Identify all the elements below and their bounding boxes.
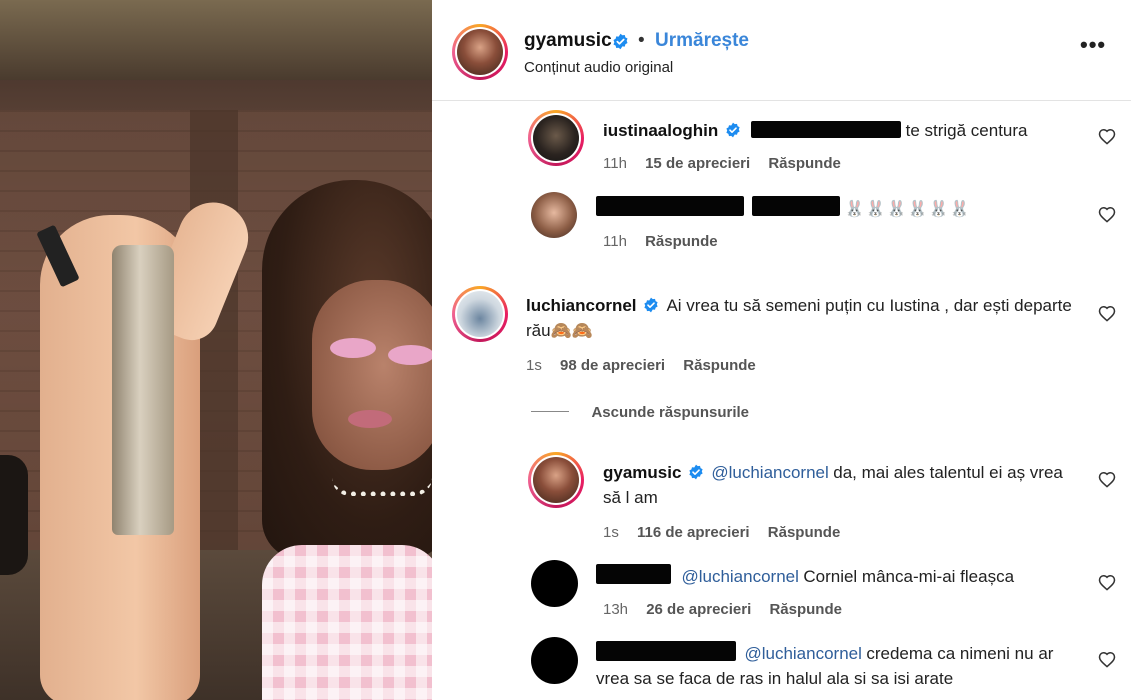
comment-time: 11h [603,155,627,172]
replies-divider-line [531,411,569,412]
commenter-avatar[interactable] [528,452,584,508]
comment-username[interactable]: gyamusic [603,463,681,482]
photo-lips [348,410,392,428]
like-heart-icon[interactable] [1098,128,1116,145]
like-heart-icon[interactable] [1098,471,1116,488]
comment-emoji-text: 🐰🐰🐰🐰🐰🐰 [844,201,971,218]
comment-mention-link[interactable]: @luchiancornel [711,463,828,482]
comment-time: 11h [603,233,627,250]
post-author-avatar[interactable] [452,24,508,80]
like-heart-icon[interactable] [1098,651,1116,668]
photo-ceiling [0,0,432,80]
comment-meta: 13h 26 de aprecieri Răspunde [603,601,842,618]
photo-face [312,280,432,470]
comment-likes[interactable]: 98 de aprecieri [560,357,665,374]
comment-mention-link[interactable]: @luchiancornel [744,644,861,663]
comment-body: @luchiancornel Corniel mânca-mi-ai fleaș… [596,564,1014,589]
comment-mention-link[interactable]: @luchiancornel [681,567,798,586]
comment-likes[interactable]: 15 de aprecieri [645,155,750,172]
reply-button[interactable]: Răspunde [769,601,842,618]
redacted-mention [751,121,902,138]
comment-text: te strigă centura [905,121,1028,140]
post-author-username[interactable]: gyamusic [524,30,612,52]
commenter-avatar-redacted[interactable] [531,560,578,607]
more-options-button[interactable]: ••• [1080,34,1106,56]
comment-meta: 1s 98 de aprecieri Răspunde [526,357,756,374]
photo-eye-right [388,345,432,365]
separator-dot: • [638,30,645,51]
comment-time: 1s [526,357,542,374]
comment-item [528,110,584,166]
verified-badge-icon [726,122,740,138]
comment-meta: 1s 116 de aprecieri Răspunde [603,524,840,541]
verified-badge-icon [613,33,628,50]
comment-item [528,452,584,508]
commenter-avatar[interactable] [528,110,584,166]
redacted-username [596,641,736,661]
reply-button[interactable]: Răspunde [683,357,756,374]
hide-replies-label[interactable]: Ascunde răspunsurile [591,404,749,421]
comment-time: 13h [603,601,629,618]
redacted-username [596,196,744,216]
hide-replies-toggle[interactable]: Ascunde răspunsurile [531,404,749,422]
photo-hairspray-can [112,245,174,535]
comments-panel: gyamusic • Urmărește Conținut audio orig… [432,0,1131,700]
comment-likes[interactable]: 116 de aprecieri [637,524,750,541]
like-heart-icon[interactable] [1098,305,1116,322]
photo-gingham-dress [262,545,432,700]
photo-eye-left [330,338,376,358]
comment-time: 1s [603,524,619,541]
commenter-avatar[interactable] [452,286,508,342]
post-photo[interactable] [0,0,432,700]
redacted-username [596,564,671,584]
like-heart-icon[interactable] [1098,574,1116,591]
photo-pearl-necklace [332,478,432,496]
post-header: gyamusic • Urmărește Conținut audio orig… [432,0,1131,101]
comment-username[interactable]: luchiancornel [526,296,637,315]
like-heart-icon[interactable] [1098,206,1116,223]
comment-meta: 11h 15 de aprecieri Răspunde [603,155,841,172]
comment-text: Corniel mânca-mi-ai fleașca [803,567,1015,586]
reply-button[interactable]: Răspunde [768,155,841,172]
follow-button[interactable]: Urmărește [655,30,749,52]
comment-item [452,286,508,342]
redacted-mention [752,196,841,216]
commenter-avatar-redacted[interactable] [531,637,578,684]
commenter-avatar[interactable] [531,192,577,238]
verified-badge-icon [689,464,703,480]
comment-body: 🐰🐰🐰🐰🐰🐰 [596,196,970,219]
comment-item [531,560,578,607]
comment-likes[interactable]: 26 de aprecieri [646,601,751,618]
reply-button[interactable]: Răspunde [645,233,718,250]
comment-meta: 11h Răspunde [603,233,718,250]
comment-username[interactable]: iustinaaloghin [603,121,718,140]
comment-body: gyamusic @luchiancornel da, mai ales tal… [603,460,1083,510]
audio-label[interactable]: Conținut audio original [524,59,673,76]
photo-person-left [0,455,28,575]
verified-badge-icon [644,297,658,313]
reply-button[interactable]: Răspunde [768,524,841,541]
comment-item [531,192,577,238]
comment-body: iustinaaloghin te strigă centura [603,118,1028,143]
comment-body: @luchiancornel credema ca nimeni nu ar v… [596,641,1086,691]
comment-body: luchiancornel Ai vrea tu să semeni puțin… [526,293,1086,343]
comment-item [531,637,578,684]
